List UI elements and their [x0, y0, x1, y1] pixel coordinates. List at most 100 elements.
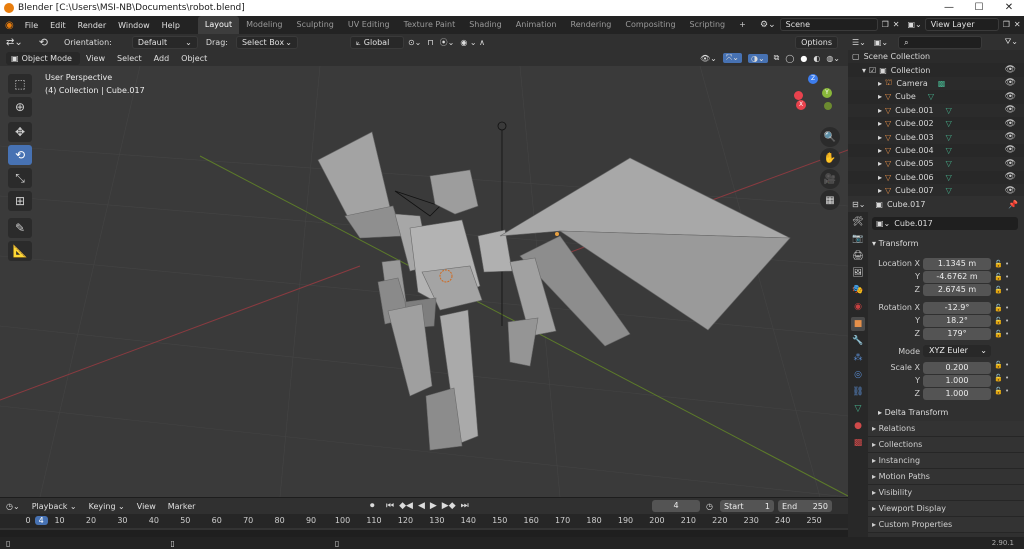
camera-view-icon[interactable]: 🎥 — [820, 169, 840, 189]
outliner-item-cube-002[interactable]: ▸ ▽ Cube.002 ▽ 👁 — [848, 117, 1024, 130]
outliner-item-cube-001[interactable]: ▸ ▽ Cube.001 ▽ 👁 — [848, 103, 1024, 117]
eye-icon[interactable]: 👁 — [1005, 186, 1016, 196]
eye-icon[interactable]: 👁 — [1005, 105, 1016, 115]
new-view-layer-icon[interactable]: ❐ — [1003, 20, 1010, 29]
minimize-icon[interactable]: — — [934, 0, 964, 16]
transform-section-header[interactable]: ▾ Transform — [868, 237, 1024, 251]
eye-icon[interactable]: 👁 — [1005, 119, 1016, 129]
select-box-tool-icon[interactable]: ⬚ — [8, 74, 32, 94]
section-relations[interactable]: ▸ Relations — [868, 421, 1024, 437]
rotate-tool-icon[interactable]: ⟲ — [8, 145, 32, 165]
transform-tool-icon[interactable]: ⊞ — [8, 191, 32, 211]
current-frame-marker[interactable]: 4 — [34, 516, 48, 525]
jump-start-icon[interactable]: ⏮ — [386, 501, 394, 511]
maximize-icon[interactable]: ☐ — [964, 0, 994, 16]
tab-rendering[interactable]: Rendering — [564, 16, 619, 34]
gizmo-toggle-icon[interactable]: ⤧⌄ — [722, 53, 742, 63]
view-layer-tab-icon[interactable]: 🖼 — [851, 266, 865, 280]
timeline-menu-view[interactable]: View — [131, 502, 162, 511]
expand-arrow-icon[interactable]: ▸ — [878, 186, 882, 195]
section-viewport-display[interactable]: ▸ Viewport Display — [868, 501, 1024, 517]
prev-keyframe-icon[interactable]: ◆◀ — [399, 501, 413, 511]
checkbox-icon[interactable]: ☑ — [869, 66, 876, 75]
tool-tab-icon[interactable]: 🛠 — [851, 215, 865, 229]
editor-type-icon[interactable]: ⇄⌄ — [0, 37, 29, 48]
menu-edit[interactable]: Edit — [44, 21, 72, 30]
viewport-menu-add[interactable]: Add — [148, 54, 176, 63]
section-custom-properties[interactable]: ▸ Custom Properties — [868, 517, 1024, 533]
section-motion-paths[interactable]: ▸ Motion Paths — [868, 469, 1024, 485]
add-workspace-button[interactable]: + — [732, 16, 753, 34]
navigation-gizmo[interactable]: Z Y X — [788, 74, 838, 114]
current-frame-field[interactable]: 4 — [652, 500, 700, 512]
tab-animation[interactable]: Animation — [509, 16, 564, 34]
snap-icon[interactable]: ⊓ — [427, 38, 433, 47]
section-collections[interactable]: ▸ Collections — [868, 437, 1024, 453]
location-x-field[interactable]: 1.1345 m — [923, 258, 991, 270]
particles-tab-icon[interactable]: ⁂ — [851, 351, 865, 365]
outliner-item-cube[interactable]: ▸ ▽ Cube ▽ 👁 — [848, 90, 1024, 103]
blender-menu-icon[interactable]: ◉ — [0, 20, 19, 31]
rendered-shading-icon[interactable]: ◍⌄ — [826, 54, 840, 63]
rotation-x-field[interactable]: -12.9° — [923, 302, 991, 314]
new-scene-icon[interactable]: ❐ — [882, 20, 889, 29]
record-icon[interactable]: ⏺ — [370, 501, 375, 511]
lock-icon[interactable]: 🔓 • — [994, 385, 1009, 398]
outliner-search-input[interactable]: ⌕ — [898, 35, 983, 49]
viewport-menu-view[interactable]: View — [80, 54, 111, 63]
active-tool-icon[interactable]: ⟲ — [29, 36, 58, 49]
tab-compositing[interactable]: Compositing — [618, 16, 682, 34]
proportional-edit-icon[interactable]: ◉ ⌄ ∧ — [460, 38, 485, 47]
outliner-item-cube-003[interactable]: ▸ ▽ Cube.003 ▽ 👁 — [848, 130, 1024, 144]
eye-icon[interactable]: 👁 — [1005, 145, 1016, 155]
gizmo-z-axis[interactable]: Z — [808, 74, 818, 84]
mode-dropdown[interactable]: ▣ Object Mode — [6, 52, 80, 65]
pin-icon[interactable]: 📌 — [1008, 200, 1018, 209]
material-shading-icon[interactable]: ◐ — [813, 54, 820, 63]
menu-file[interactable]: File — [19, 21, 44, 30]
gizmo-y-axis[interactable]: Y — [822, 88, 832, 98]
lock-icon[interactable]: 🔓 • — [994, 271, 1009, 284]
pan-hand-icon[interactable]: ✋ — [820, 148, 840, 168]
orientation-dropdown[interactable]: Default ⌄ — [131, 36, 198, 49]
wireframe-shading-icon[interactable]: ◯ — [785, 54, 794, 63]
expand-arrow-icon[interactable]: ▸ — [878, 106, 882, 115]
lock-icon[interactable]: 🔓 • — [994, 258, 1009, 271]
scene-icon[interactable]: ⚙⌄ — [760, 20, 776, 30]
tab-sculpting[interactable]: Sculpting — [290, 16, 341, 34]
end-frame-field[interactable]: End 250 — [778, 500, 832, 512]
timeline-menu-marker[interactable]: Marker — [162, 502, 202, 511]
snap-target-icon[interactable]: ⦿⌄ — [440, 37, 455, 48]
options-dropdown[interactable]: Options — [795, 36, 838, 49]
display-mode-icon[interactable]: ▣⌄ — [870, 38, 892, 47]
expand-arrow-icon[interactable]: ▸ — [878, 173, 882, 182]
lock-icon[interactable]: 🔓 • — [994, 302, 1009, 315]
3d-viewport[interactable]: User Perspective (4) Collection | Cube.0… — [0, 66, 848, 497]
pivot-icon[interactable]: ⊙⌄ — [408, 38, 421, 47]
move-tool-icon[interactable]: ✥ — [8, 122, 32, 142]
section-visibility[interactable]: ▸ Visibility — [868, 485, 1024, 501]
physics-tab-icon[interactable]: ◎ — [851, 368, 865, 382]
scale-tool-icon[interactable]: ⤡ — [8, 168, 32, 188]
scale-y-field[interactable]: 1.000 — [923, 375, 991, 387]
viewport-menu-object[interactable]: Object — [175, 54, 213, 63]
constraints-tab-icon[interactable]: ⛓ — [851, 385, 865, 399]
measure-tool-icon[interactable]: 📐 — [8, 241, 32, 261]
clock-icon[interactable]: ◷ — [706, 502, 713, 511]
expand-arrow-icon[interactable]: ▾ — [862, 66, 866, 75]
rotation-y-field[interactable]: 18.2° — [923, 315, 991, 327]
outliner-item-cube-004[interactable]: ▸ ▽ Cube.004 ▽ 👁 — [848, 144, 1024, 157]
play-icon[interactable]: ▶ — [430, 501, 437, 511]
expand-arrow-icon[interactable]: ▸ — [878, 119, 882, 128]
object-tab-icon[interactable]: ■ — [851, 317, 865, 331]
outliner-collection[interactable]: ▾ ☑ ▣ Collection 👁 — [848, 63, 1024, 76]
timeline-body[interactable] — [0, 528, 848, 537]
render-tab-icon[interactable]: 📷 — [851, 232, 865, 246]
tab-modeling[interactable]: Modeling — [239, 16, 289, 34]
location-z-field[interactable]: 2.6745 m — [923, 284, 991, 296]
solid-shading-icon[interactable]: ● — [800, 54, 807, 63]
menu-help[interactable]: Help — [156, 21, 186, 30]
transform-orientation-dropdown[interactable]: ⟀ Global — [349, 36, 404, 49]
outliner-scene-collection[interactable]: ▢ Scene Collection — [848, 50, 1024, 64]
timeline-scrollbar[interactable] — [0, 528, 848, 530]
